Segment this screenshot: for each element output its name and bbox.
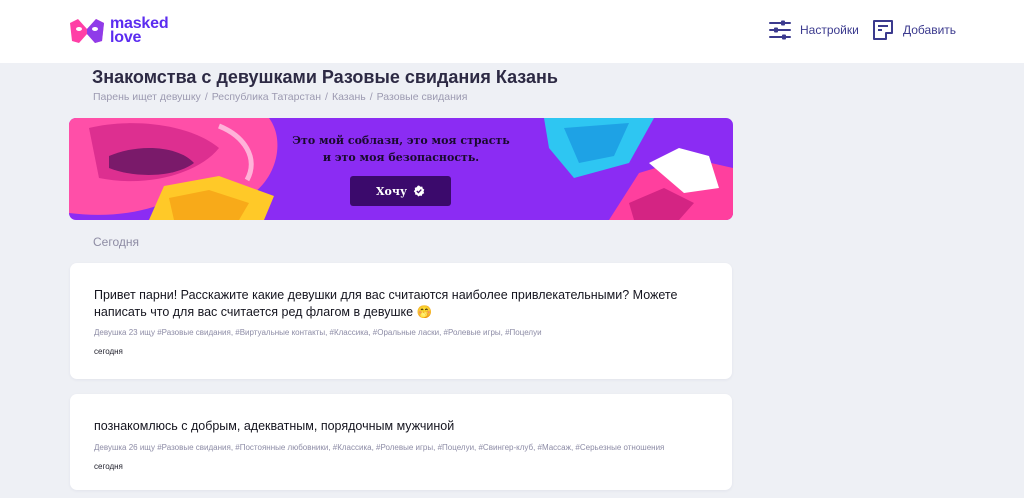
- add-button[interactable]: Добавить: [871, 18, 956, 42]
- banner-line2: и это моя безопасность.: [322, 151, 480, 164]
- breadcrumb-separator: /: [325, 91, 328, 103]
- post-card[interactable]: познакомлюсь с добрым, адекватным, поряд…: [70, 394, 732, 490]
- breadcrumb: Парень ищет девушку / Республика Татарстан…: [93, 91, 467, 103]
- breadcrumb-separator: /: [204, 91, 208, 103]
- logo-line2: love: [110, 29, 142, 46]
- post-meta: Девушка 23 ищу #Разовые свидания, #Вирту…: [94, 328, 542, 337]
- logo[interactable]: masked love: [68, 13, 198, 49]
- want-button[interactable]: Хочу: [350, 176, 451, 206]
- post-text: Привет парни! Расскажите какие девушки д…: [94, 288, 678, 319]
- settings-label: Настройки: [800, 23, 859, 37]
- breadcrumb-separator: /: [369, 91, 373, 103]
- post-meta: Девушка 26 ищу #Разовые свидания, #Посто…: [94, 443, 665, 452]
- promo-banner[interactable]: Это мой соблазн, это моя страсть и это м…: [69, 118, 733, 220]
- verified-check-icon: [413, 185, 425, 197]
- want-button-label: Хочу: [376, 184, 407, 198]
- section-label-today: Сегодня: [93, 235, 139, 249]
- banner-text: Это мой соблазн, это моя страсть и это м…: [69, 132, 733, 166]
- settings-button[interactable]: Настройки: [768, 18, 859, 42]
- add-label: Добавить: [903, 23, 957, 37]
- logo-mask-icon: [70, 19, 104, 43]
- top-header: masked love Настройки Добавить: [0, 0, 1024, 63]
- add-post-icon: [873, 20, 893, 40]
- page-title: Знакомства с девушками Разовые свидания …: [92, 67, 558, 87]
- breadcrumb-item[interactable]: Разовые свидания: [377, 91, 468, 103]
- post-time: сегодня: [94, 347, 123, 356]
- breadcrumb-item[interactable]: Республика Татарстан: [212, 91, 321, 103]
- post-card[interactable]: Привет парни! Расскажите какие девушки д…: [70, 263, 732, 379]
- sliders-icon: [769, 20, 791, 40]
- post-time: сегодня: [94, 462, 123, 471]
- logo-text: masked love: [110, 16, 169, 46]
- banner-line1: Это мой соблазн, это моя страсть: [292, 134, 510, 147]
- breadcrumb-item[interactable]: Парень ищет девушку: [93, 91, 201, 103]
- breadcrumb-item[interactable]: Казань: [332, 91, 366, 103]
- post-text: познакомлюсь с добрым, адекватным, поряд…: [94, 419, 455, 433]
